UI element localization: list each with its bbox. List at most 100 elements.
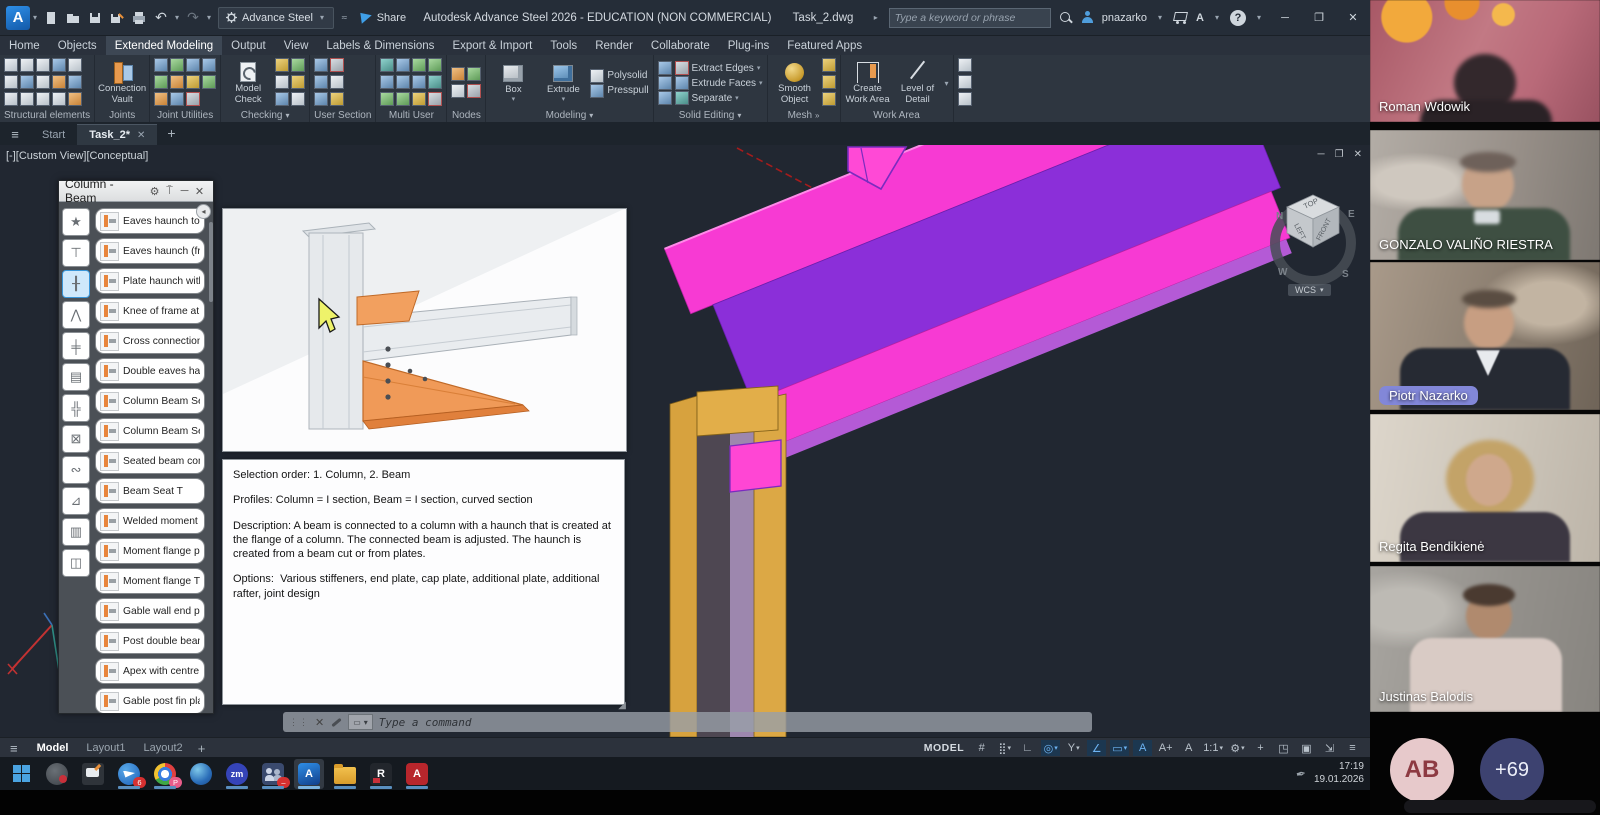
ribbon-tab[interactable]: Export & Import [443,36,541,55]
isodraft-toggle[interactable]: Y▾ [1064,740,1083,756]
extract-edges-button[interactable]: Extract Edges [692,63,754,74]
minimize-button[interactable]: ─ [1272,7,1298,29]
minimize-icon[interactable]: ─ [177,185,192,197]
close-icon[interactable]: ✕ [192,185,207,198]
box-button[interactable]: Box▾ [490,62,536,104]
chevron-down-icon[interactable]: ▾ [1158,13,1162,22]
ribbon-icon[interactable] [154,92,168,106]
ribbon-icon[interactable] [330,75,344,89]
ribbon-icon[interactable] [68,58,82,72]
category-button[interactable]: ◫ [62,549,90,577]
model-space-badge[interactable]: MODEL [924,742,964,754]
pin-icon[interactable]: ⍑ [162,185,177,198]
ribbon-icon[interactable] [68,75,82,89]
ribbon-icon[interactable] [428,75,442,89]
ribbon-icon[interactable] [291,75,305,89]
ribbon-icon[interactable] [52,58,66,72]
start-button[interactable] [6,759,36,789]
taskbar-r-app[interactable]: R [366,759,396,789]
compass-e[interactable]: E [1348,209,1355,220]
connection-list-item[interactable]: Gable post fin plate wi... [95,688,205,713]
ribbon-icon[interactable] [330,92,344,106]
ribbon-icon[interactable] [396,92,410,106]
hamburger-icon[interactable]: ≡ [10,741,18,756]
ribbon-icon[interactable] [451,67,465,81]
chevron-down-icon[interactable]: ▾ [207,13,211,22]
ribbon-icon[interactable] [958,92,972,106]
ribbon-icon[interactable] [822,58,836,72]
units-icon[interactable]: ◳ [1274,740,1293,756]
hamburger-icon[interactable]: ≡ [0,127,30,145]
save-button[interactable] [86,9,104,27]
wrench-icon[interactable] [330,716,342,728]
participant-video[interactable]: Justinas Balodis [1370,566,1600,712]
connection-list-item[interactable]: Post double beam [95,628,205,654]
command-input[interactable]: Type a command [379,716,472,729]
polar-tracking-toggle[interactable]: ◎▾ [1041,740,1060,756]
ribbon-tab[interactable]: Tools [541,36,586,55]
ribbon-tab[interactable]: Output [222,36,275,55]
taskbar-teams[interactable]: – [258,759,288,789]
share-button[interactable]: Share [361,12,406,24]
category-button[interactable]: ⊤ [62,239,90,267]
level-of-detail-button[interactable]: Level of Detail [895,61,941,105]
annotation-monitor-icon[interactable]: + [1251,740,1270,756]
category-button[interactable]: ▥ [62,518,90,546]
taskbar-chrome[interactable]: P [150,759,180,789]
category-button[interactable]: ⊠ [62,425,90,453]
ribbon-icon[interactable] [675,61,689,75]
autodesk-a-icon[interactable]: A [1196,12,1204,24]
isolate-objects-icon[interactable]: ⇲ [1320,740,1339,756]
ribbon-icon[interactable] [186,75,200,89]
open-file-button[interactable] [64,9,82,27]
connection-list-item[interactable]: Apex with centre post [95,658,205,684]
taskbar-mail[interactable]: 6 [114,759,144,789]
participant-video[interactable]: Roman Wdowik [1370,0,1600,122]
close-button[interactable]: ✕ [1340,7,1366,29]
category-button[interactable]: ╪ [62,332,90,360]
category-button[interactable]: ★ [62,208,90,236]
ribbon-icon[interactable] [36,92,50,106]
recent-commands-button[interactable]: ▭▾ [348,714,373,730]
ribbon-icon[interactable] [675,91,689,105]
new-tab-button[interactable]: + [157,121,185,145]
ribbon-icon[interactable] [52,75,66,89]
connection-list-item[interactable]: Welded moment c... [95,508,205,534]
category-button[interactable]: ╂ [62,270,90,298]
compass-s[interactable]: S [1342,269,1349,280]
model-check-button[interactable]: Model Check [225,61,271,105]
close-tab-icon[interactable]: ✕ [137,130,145,141]
ribbon-icon[interactable] [20,75,34,89]
ribbon-icon[interactable] [314,58,328,72]
category-button[interactable]: ╬ [62,394,90,422]
ribbon-icon[interactable] [170,92,184,106]
ribbon-tab[interactable]: View [275,36,318,55]
store-cart-icon[interactable] [1173,11,1188,24]
connection-list-item[interactable]: Knee of frame at we... [95,298,205,324]
ribbon-tab[interactable]: Objects [49,36,106,55]
wcs-selector[interactable]: WCS▾ [1288,284,1331,296]
tab-document[interactable]: Task_2*✕ [77,124,157,145]
connection-list-item[interactable]: Column Beam Seat T [95,418,205,444]
ribbon-icon[interactable] [186,58,200,72]
ribbon-icon[interactable] [36,58,50,72]
participant-avatar[interactable]: AB [1390,738,1454,802]
ribbon-icon[interactable] [467,84,481,98]
help-icon[interactable]: ? [1230,10,1246,26]
ribbon-icon[interactable] [275,75,289,89]
restore-button[interactable]: ❐ [1306,7,1332,29]
ribbon-icon[interactable] [291,92,305,106]
category-button[interactable]: ▤ [62,363,90,391]
participant-video[interactable]: Piotr Nazarko [1370,262,1600,410]
customization-icon[interactable]: ≡ [1343,740,1362,756]
connection-list-item[interactable]: Moment flange plates [95,538,205,564]
snap-mode-toggle[interactable]: ⣿▾ [995,740,1014,756]
quick-properties-icon[interactable]: ▣ [1297,740,1316,756]
workspace-switcher[interactable]: Advance Steel ▾ [218,7,334,29]
participant-video[interactable]: GONZALO VALIÑO RIESTRA [1370,130,1600,260]
taskbar-acrobat[interactable]: A [402,759,432,789]
palette-scrollbar[interactable] [209,222,213,302]
taskbar-chat[interactable] [78,759,108,789]
tab-start[interactable]: Start [30,125,77,145]
extrude-button[interactable]: Extrude▾ [540,62,586,104]
